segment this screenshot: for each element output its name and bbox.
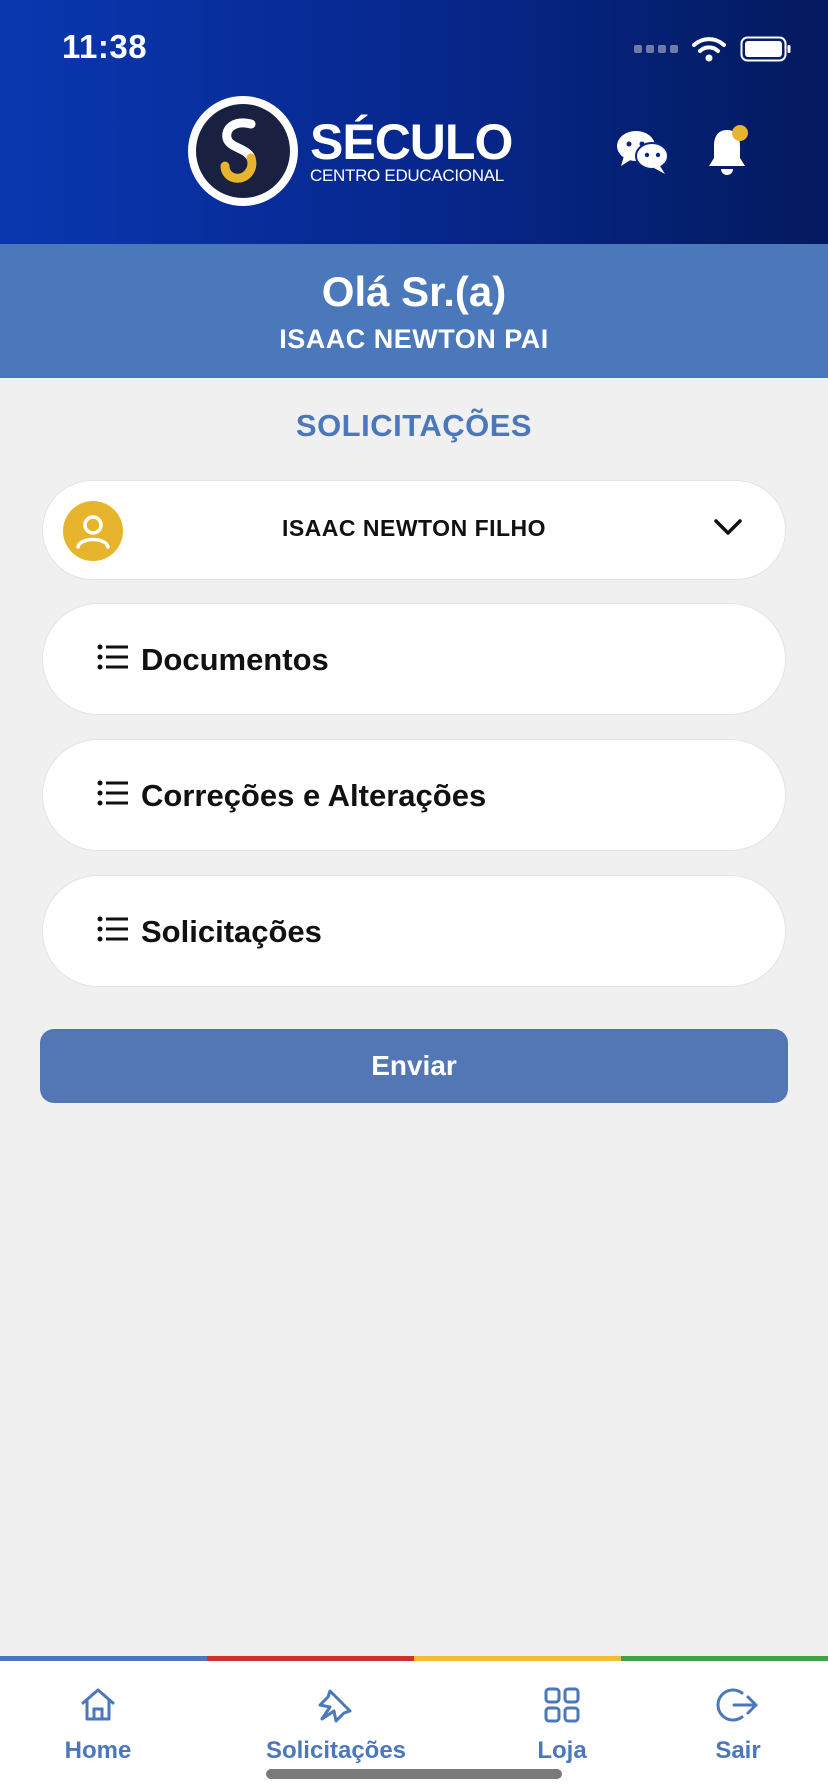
student-selector[interactable]: ISAAC NEWTON FILHO — [42, 480, 786, 580]
menu-item-correcoes[interactable]: Correções e Alterações — [42, 739, 786, 851]
seculo-logo: SÉCULO CENTRO EDUCACIONAL — [188, 96, 513, 206]
chat-icon[interactable] — [616, 128, 670, 181]
logout-icon — [698, 1685, 778, 1725]
page-title: SOLICITAÇÕES — [295, 408, 533, 443]
logo-emblem — [188, 96, 298, 206]
greeting-title: Olá Sr.(a) — [321, 268, 507, 315]
list-icon — [97, 780, 129, 813]
cellular-signal-icon — [634, 45, 678, 53]
app-header: 11:38 SÉCULO CENTRO EDUCACIONAL — [0, 0, 828, 244]
wifi-icon — [692, 36, 726, 62]
grid-icon — [522, 1685, 602, 1725]
menu-item-label: Solicitações — [141, 914, 322, 949]
nav-loja[interactable]: Loja — [522, 1685, 602, 1765]
menu-item-label: Documentos — [141, 642, 329, 677]
menu-item-label: Correções e Alterações — [141, 778, 487, 813]
nav-label: Solicitações — [265, 1737, 407, 1764]
nav-label: Sair — [715, 1737, 761, 1764]
screen: 11:38 SÉCULO CENTRO EDUCACIONAL Olá Sr.(… — [0, 0, 828, 1792]
notification-bell-icon[interactable] — [706, 124, 752, 183]
greeting-banner: Olá Sr.(a) ISAAC NEWTON PAI — [0, 244, 828, 378]
selected-student: ISAAC NEWTON FILHO — [281, 515, 547, 541]
battery-icon — [740, 36, 792, 62]
nav-label: Loja — [537, 1737, 587, 1764]
send-button[interactable]: Enviar — [40, 1029, 788, 1103]
list-icon — [97, 644, 129, 677]
logo-name: SÉCULO — [310, 114, 513, 170]
status-time: 11:38 — [62, 28, 148, 65]
logo-subtitle: CENTRO EDUCACIONAL — [310, 166, 504, 185]
nav-solicitacoes[interactable]: Solicitações — [256, 1685, 416, 1765]
home-indicator — [266, 1769, 562, 1779]
nav-sair[interactable]: Sair — [698, 1685, 778, 1765]
menu-item-documentos[interactable]: Documentos — [42, 603, 786, 715]
status-icons — [634, 36, 792, 62]
menu-item-solicitacoes[interactable]: Solicitações — [42, 875, 786, 987]
list-icon — [97, 916, 129, 949]
chevron-down-icon[interactable] — [713, 517, 743, 542]
pin-icon — [256, 1685, 416, 1725]
nav-label: Home — [64, 1737, 132, 1764]
user-name: ISAAC NEWTON PAI — [279, 324, 549, 354]
nav-home[interactable]: Home — [58, 1685, 138, 1765]
home-icon — [58, 1685, 138, 1725]
